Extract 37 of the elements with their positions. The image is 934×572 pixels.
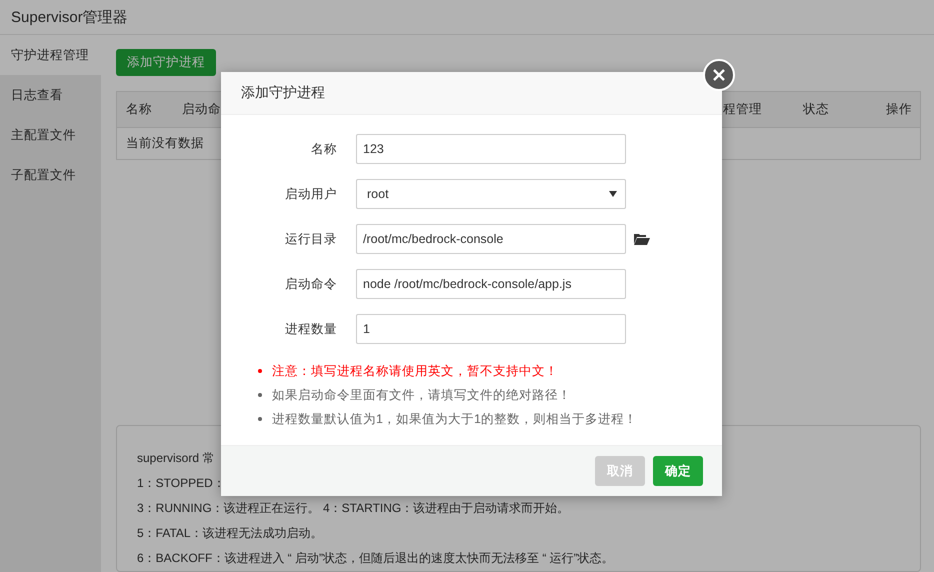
text-field[interactable]: 1	[356, 314, 626, 344]
sidebar-item[interactable]: 日志查看	[0, 75, 101, 115]
warning-note: 注意：填写进程名称请使用英文，暂不支持中文！	[272, 362, 558, 380]
column-header: 操作	[886, 101, 913, 118]
bullet-icon	[258, 417, 262, 421]
text-field[interactable]: 123	[356, 134, 626, 164]
field-label: 名称	[310, 140, 337, 158]
status-description: 5：FATAL：该进程无法成功启动。	[137, 525, 323, 542]
column-header: 启动命	[182, 101, 222, 118]
field-label: 运行目录	[284, 230, 337, 248]
bullet-icon	[258, 393, 262, 397]
dialog-title: 添加守护进程	[241, 84, 325, 102]
sidebar-item[interactable]: 守护进程管理	[0, 35, 101, 75]
column-header: 名称	[126, 101, 153, 118]
status-description: supervisord 常	[137, 450, 214, 467]
status-description: 3：RUNNING：该进程正在运行。 4：STARTING：该进程由于启动请求而开始。	[137, 500, 570, 517]
close-button[interactable]	[703, 59, 735, 91]
folder-icon[interactable]	[634, 233, 650, 245]
sidebar-item[interactable]: 主配置文件	[0, 115, 101, 155]
status-description: 1：STOPPED：	[137, 475, 225, 492]
close-icon	[713, 69, 725, 81]
column-header: 程管理	[723, 101, 763, 118]
empty-message: 当前没有数据	[126, 135, 204, 152]
field-label: 启动命令	[284, 276, 337, 292]
text-field[interactable]: node /root/mc/bedrock-console/app.js	[356, 269, 626, 299]
hint-note: 如果启动命令里面有文件，请填写文件的绝对路径！	[272, 386, 571, 404]
status-description: 6：BACKOFF：该进程进入 “ 启动”状态，但随后退出的速度太快而无法移至 “ 运行”状态。	[137, 550, 614, 567]
field-label: 进程数量	[284, 320, 337, 338]
column-header: 状态	[803, 101, 830, 118]
caret-icon	[609, 191, 617, 197]
user-select[interactable]: root	[356, 179, 626, 209]
directory-field[interactable]: /root/mc/bedrock-console	[356, 224, 626, 254]
sidebar-item[interactable]: 子配置文件	[0, 155, 101, 195]
bullet-icon	[258, 369, 262, 373]
hint-note: 进程数量默认值为1，如果值为大于1的整数，则相当于多进程！	[272, 410, 637, 428]
app-title: Supervisor管理器	[11, 8, 128, 26]
field-label: 启动用户	[284, 186, 337, 202]
